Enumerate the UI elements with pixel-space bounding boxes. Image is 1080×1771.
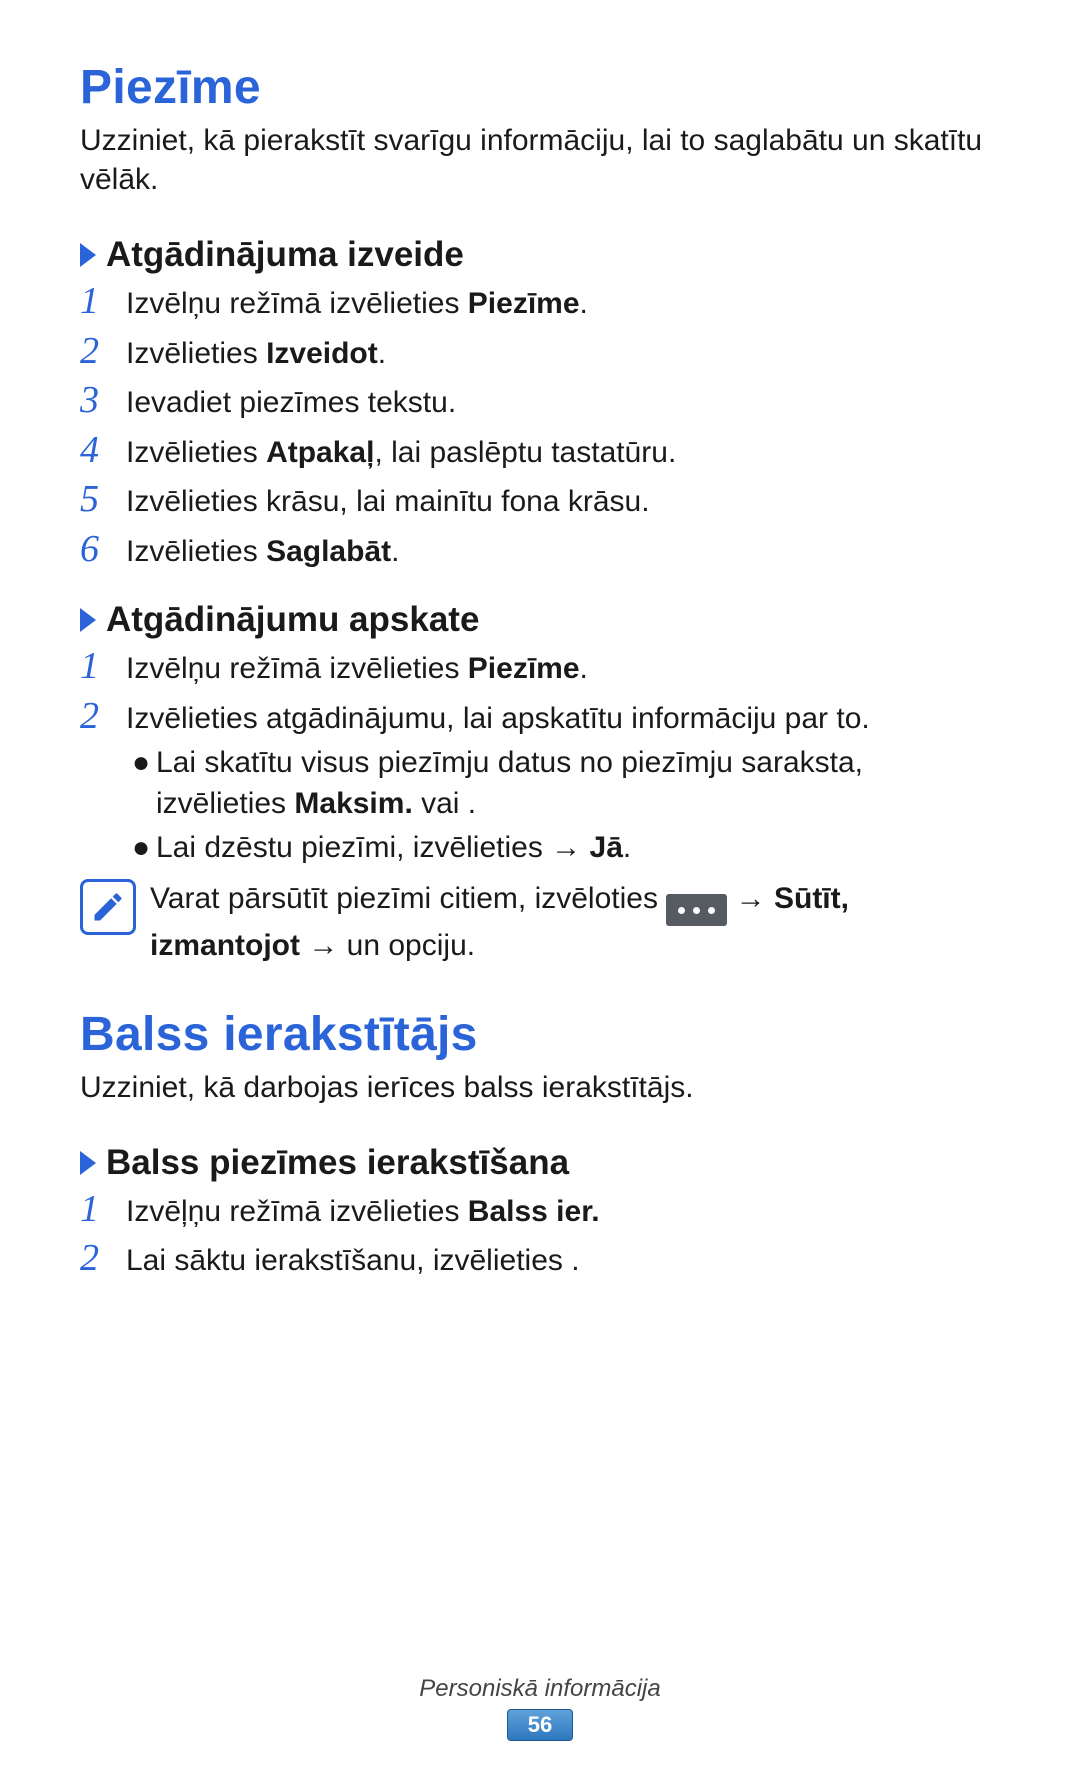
pencil-icon [90, 889, 126, 925]
intro-voice-recorder: Uzziniet, kā darbojas ierīces balss iera… [80, 1068, 1000, 1107]
step-text: Izvēlieties atgādinājumu, lai apskatītu … [126, 699, 1000, 873]
step-text: Izvēlieties krāsu, lai mainītu fona krās… [126, 482, 1000, 523]
page-footer: Personiskā informācija 56 [0, 1675, 1080, 1741]
step-text: Izvēlņu režīmā izvēlieties Piezīme. [126, 649, 1000, 690]
step-number: 2 [80, 331, 126, 373]
step-number: 4 [80, 430, 126, 472]
step: 2 Lai sāktu ierakstīšanu, izvēlieties . [80, 1238, 1000, 1282]
chevron-right-icon [80, 243, 96, 267]
footer-category: Personiskā informācija [0, 1675, 1080, 1703]
heading-voice-recorder: Balss ierakstītājs [80, 1007, 1000, 1062]
steps-view-reminders: 1 Izvēlņu režīmā izvēlieties Piezīme. 2 … [80, 646, 1000, 873]
chevron-right-icon [80, 1151, 96, 1175]
subheading-view-reminders: Atgādinājumu apskate [80, 600, 1000, 640]
step: 2 Izvēlieties atgādinājumu, lai apskatīt… [80, 696, 1000, 873]
bullet-text: Lai skatītu visus piezīmju datus no piez… [156, 743, 1000, 824]
step: 1 Izvēlņu režīmā izvēlieties Piezīme. [80, 646, 1000, 690]
heading-piezime: Piezīme [80, 60, 1000, 115]
step-text: Ievadiet piezīmes tekstu. [126, 383, 1000, 424]
intro-piezime: Uzziniet, kā pierakstīt svarīgu informāc… [80, 121, 1000, 199]
chevron-right-icon [80, 608, 96, 632]
dot-icon [693, 907, 700, 914]
step: 6 Izvēlieties Saglabāt. [80, 529, 1000, 573]
step-text: Izvēlieties Izveidot. [126, 334, 1000, 375]
step: 4 Izvēlieties Atpakaļ, lai paslēptu tast… [80, 430, 1000, 474]
step-text: Izvēļņu režīmā izvēlieties Balss ier. [126, 1192, 1000, 1233]
bullet-text: Lai dzēstu piezīmi, izvēlieties → Jā. [156, 828, 631, 869]
bullet-icon: ● [126, 743, 156, 824]
bullet-icon: ● [126, 828, 156, 869]
dot-icon [708, 907, 715, 914]
step-text: Izvēlņu režīmā izvēlieties Piezīme. [126, 284, 1000, 325]
document-page: Piezīme Uzziniet, kā pierakstīt svarīgu … [0, 0, 1080, 1771]
step-number: 6 [80, 529, 126, 571]
step-number: 1 [80, 1189, 126, 1231]
overflow-menu-icon [666, 894, 727, 926]
pencil-note-icon [80, 879, 136, 935]
step-number: 5 [80, 479, 126, 521]
step-number: 1 [80, 646, 126, 688]
step: 2 Izvēlieties Izveidot. [80, 331, 1000, 375]
step-number: 2 [80, 696, 126, 738]
bullet-item: ● Lai skatītu visus piezīmju datus no pi… [126, 743, 1000, 824]
step: 3 Ievadiet piezīmes tekstu. [80, 380, 1000, 424]
dot-icon [678, 907, 685, 914]
note-text: Varat pārsūtīt piezīmi citiem, izvēlotie… [150, 879, 1000, 967]
subheading-create-reminder-label: Atgādinājuma izveide [106, 235, 464, 275]
step-number: 2 [80, 1238, 126, 1280]
step-number: 3 [80, 380, 126, 422]
step-text: Izvēlieties Saglabāt. [126, 532, 1000, 573]
subheading-view-reminders-label: Atgādinājumu apskate [106, 600, 479, 640]
subheading-record-voice-note-label: Balss piezīmes ierakstīšana [106, 1143, 569, 1183]
steps-create-reminder: 1 Izvēlņu režīmā izvēlieties Piezīme. 2 … [80, 281, 1000, 572]
page-number-badge: 56 [507, 1709, 573, 1741]
steps-record-voice-note: 1 Izvēļņu režīmā izvēlieties Balss ier. … [80, 1189, 1000, 1282]
subheading-record-voice-note: Balss piezīmes ierakstīšana [80, 1143, 1000, 1183]
step-number: 1 [80, 281, 126, 323]
subheading-create-reminder: Atgādinājuma izveide [80, 235, 1000, 275]
step: 1 Izvēļņu režīmā izvēlieties Balss ier. [80, 1189, 1000, 1233]
note-block: Varat pārsūtīt piezīmi citiem, izvēlotie… [80, 879, 1000, 967]
step: 1 Izvēlņu režīmā izvēlieties Piezīme. [80, 281, 1000, 325]
bullet-item: ● Lai dzēstu piezīmi, izvēlieties → Jā. [126, 828, 1000, 869]
step-text: Izvēlieties Atpakaļ, lai paslēptu tastat… [126, 433, 1000, 474]
bullets: ● Lai skatītu visus piezīmju datus no pi… [126, 743, 1000, 869]
step-text: Lai sāktu ierakstīšanu, izvēlieties . [126, 1241, 1000, 1282]
section-voice-recorder: Balss ierakstītājs Uzziniet, kā darbojas… [80, 1007, 1000, 1282]
section-piezime: Piezīme Uzziniet, kā pierakstīt svarīgu … [80, 60, 1000, 967]
step: 5 Izvēlieties krāsu, lai mainītu fona kr… [80, 479, 1000, 523]
